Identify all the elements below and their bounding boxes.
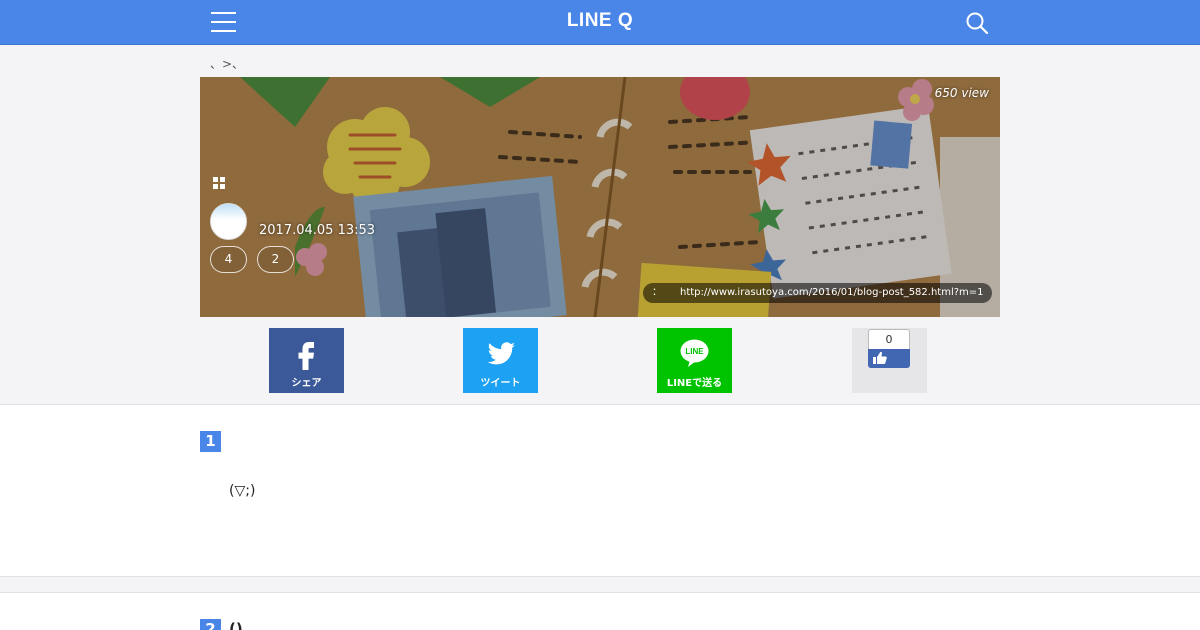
category-grid-icon[interactable] [213, 177, 225, 189]
hero-image-card: 650 view 2017.04.05 13:53 4 2 ： http://ww… [200, 77, 1000, 317]
twitter-share-button[interactable]: ツイート [463, 328, 538, 393]
like-count: 0 [868, 329, 910, 349]
answer-card: 1 (▽;) [0, 404, 1200, 577]
line-icon-text: LINE [685, 347, 704, 356]
thumbs-up-icon [873, 351, 887, 364]
post-date: 2017.04.05 13:53 [259, 223, 376, 238]
view-count: 650 view [934, 86, 989, 100]
line-icon: LINE [680, 339, 709, 367]
image-source[interactable]: ： http://www.irasutoya.com/2016/01/blog-p… [643, 283, 992, 303]
site-logo[interactable]: LINE Q [0, 10, 1200, 32]
breadcrumb[interactable]: 、>、 [210, 55, 244, 72]
answer-number: 1 [200, 431, 221, 452]
facebook-share-button[interactable]: シェア [269, 328, 344, 393]
facebook-share-label: シェア [291, 378, 322, 389]
answers-count-badge[interactable]: 4 [210, 246, 247, 273]
app-header: LINE Q [0, 0, 1200, 45]
comments-count-badge[interactable]: 2 [257, 246, 294, 273]
line-share-button[interactable]: LINE LINEで送る [657, 328, 732, 393]
twitter-share-label: ツイート [480, 378, 521, 389]
source-url[interactable]: http://www.irasutoya.com/2016/01/blog-po… [680, 287, 984, 298]
user-avatar[interactable] [210, 203, 247, 240]
answer-number: 2 [200, 619, 221, 630]
line-share-label: LINEで送る [666, 378, 723, 389]
source-label: ： [652, 287, 662, 298]
facebook-icon [298, 342, 314, 370]
answer-title: () [229, 620, 243, 630]
like-button[interactable] [868, 349, 910, 368]
answer-text: (▽;) [229, 483, 256, 499]
facebook-like-widget: 0 [852, 328, 927, 393]
search-icon[interactable] [965, 11, 989, 35]
twitter-bird-icon [487, 342, 515, 365]
answer-card: 2 () [0, 592, 1200, 630]
